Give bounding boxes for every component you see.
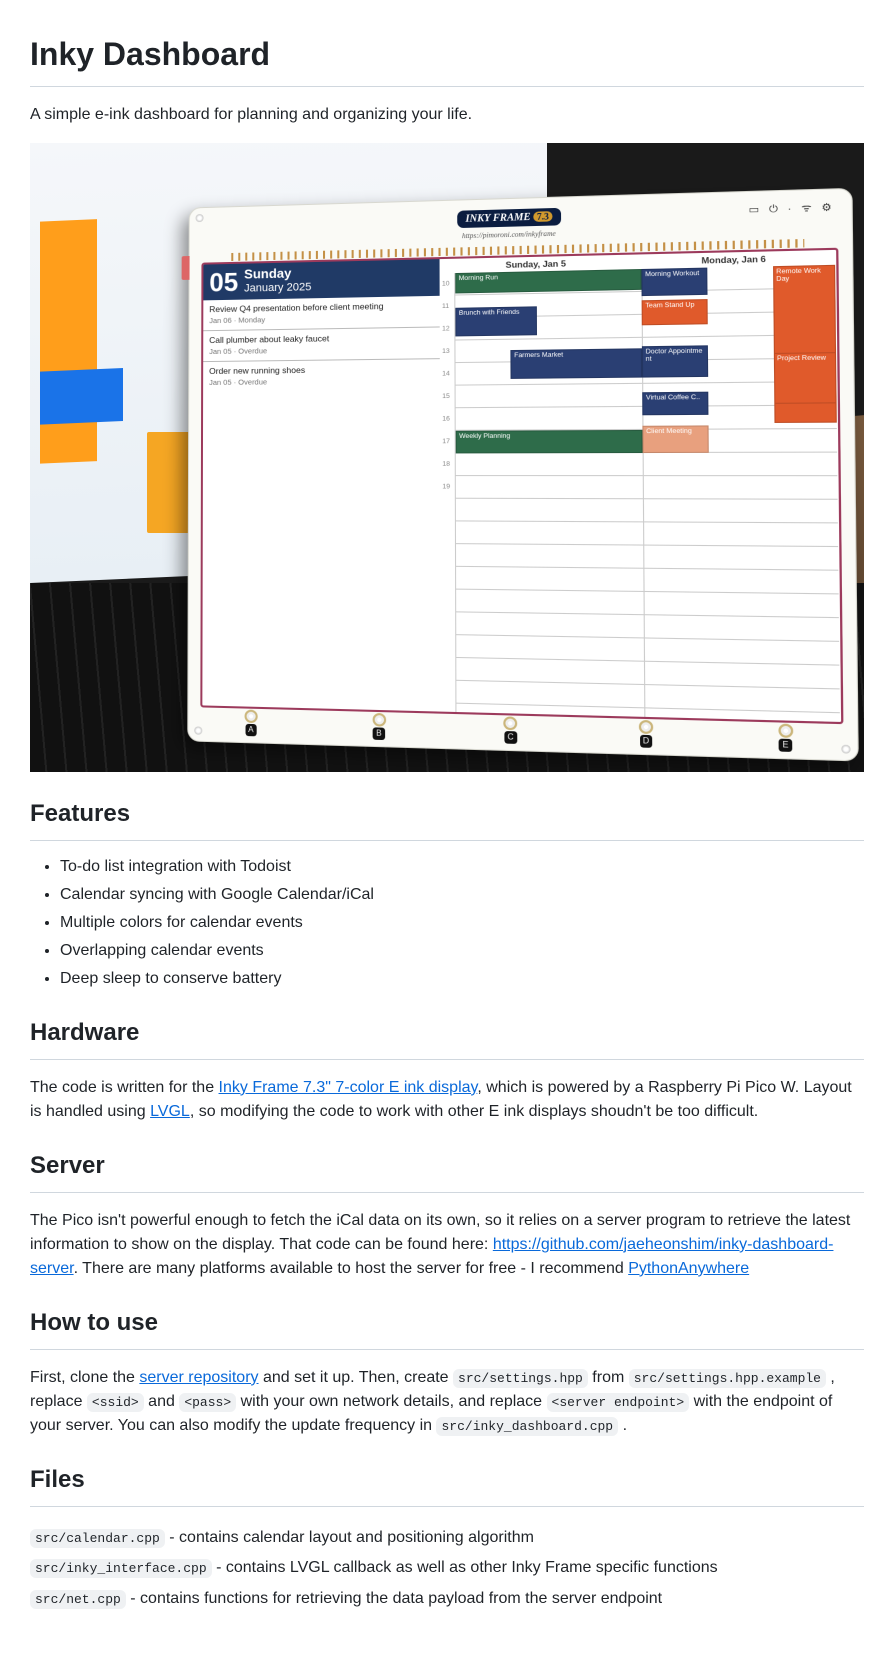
- files-heading: Files: [30, 1462, 864, 1507]
- server-paragraph: The Pico isn't powerful enough to fetch …: [30, 1209, 864, 1281]
- hardware-button: E: [778, 724, 793, 752]
- code-inline: <pass>: [179, 1393, 236, 1412]
- todo-item: Order new running shoesJan 05 · Overdue: [204, 358, 441, 392]
- hero-image: ▭ ⏻ · ᯤ ⚙ INKY FRAME7.3 https://pimoroni…: [30, 143, 864, 772]
- features-heading: Features: [30, 796, 864, 841]
- calendar-event: Virtual Coffee C..: [643, 392, 708, 416]
- calendar-event: Brunch with Friends: [456, 306, 537, 336]
- calendar-event: Project Review: [774, 352, 838, 404]
- todo-item: Call plumber about leaky faucetJan 05 · …: [204, 326, 441, 361]
- eink-screen: 05 SundayJanuary 2025 Review Q4 presenta…: [201, 248, 844, 725]
- hardware-button: B: [373, 713, 387, 740]
- files-paragraph: src/calendar.cpp - contains calendar lay…: [30, 1523, 864, 1614]
- howto-paragraph: First, clone the server repository and s…: [30, 1366, 864, 1438]
- calendar-event: Client Meeting: [643, 425, 708, 453]
- features-list: To-do list integration with Todoist Cale…: [30, 855, 864, 991]
- hardware-paragraph: The code is written for the Inky Frame 7…: [30, 1076, 864, 1124]
- pythonanywhere-link[interactable]: PythonAnywhere: [628, 1260, 749, 1277]
- code-inline: src/settings.hpp: [453, 1369, 588, 1388]
- code-inline: src/calendar.cpp: [30, 1529, 165, 1548]
- hardware-button: C: [504, 717, 518, 745]
- subtitle: A simple e-ink dashboard for planning an…: [30, 103, 864, 127]
- list-item: Deep sleep to conserve battery: [60, 967, 864, 991]
- list-item: Calendar syncing with Google Calendar/iC…: [60, 883, 864, 907]
- code-inline: src/net.cpp: [30, 1590, 126, 1609]
- code-inline: <ssid>: [87, 1393, 144, 1412]
- date-header: 05 SundayJanuary 2025: [204, 259, 441, 300]
- todo-item: Review Q4 presentation before client mee…: [204, 295, 441, 329]
- list-item: To-do list integration with Todoist: [60, 855, 864, 879]
- calendar-event: Farmers Market: [511, 348, 643, 379]
- calendar-event: Team Stand Up: [642, 299, 707, 325]
- howto-heading: How to use: [30, 1305, 864, 1350]
- server-heading: Server: [30, 1148, 864, 1193]
- inky-frame-link[interactable]: Inky Frame 7.3" 7-color E ink display: [219, 1079, 478, 1096]
- list-item: Multiple colors for calendar events: [60, 911, 864, 935]
- calendar-event: Morning Run: [456, 269, 642, 293]
- code-inline: src/settings.hpp.example: [629, 1369, 826, 1388]
- server-repository-link[interactable]: server repository: [139, 1369, 258, 1386]
- inky-frame-device: ▭ ⏻ · ᯤ ⚙ INKY FRAME7.3 https://pimoroni…: [188, 188, 859, 762]
- hardware-button: D: [639, 720, 654, 748]
- calendar-event: Morning Workout: [642, 267, 707, 296]
- calendar-event: Doctor Appointme nt: [643, 345, 708, 377]
- code-inline: src/inky_interface.cpp: [30, 1559, 212, 1578]
- calendar-event: Weekly Planning: [456, 430, 643, 453]
- lvgl-link[interactable]: LVGL: [150, 1103, 190, 1120]
- page-title: Inky Dashboard: [30, 30, 864, 87]
- code-inline: src/inky_dashboard.cpp: [436, 1417, 618, 1436]
- hardware-heading: Hardware: [30, 1015, 864, 1060]
- code-inline: <server endpoint>: [547, 1393, 690, 1412]
- todo-list: Review Q4 presentation before client mee…: [204, 295, 441, 391]
- list-item: Overlapping calendar events: [60, 939, 864, 963]
- hardware-button: A: [245, 710, 258, 737]
